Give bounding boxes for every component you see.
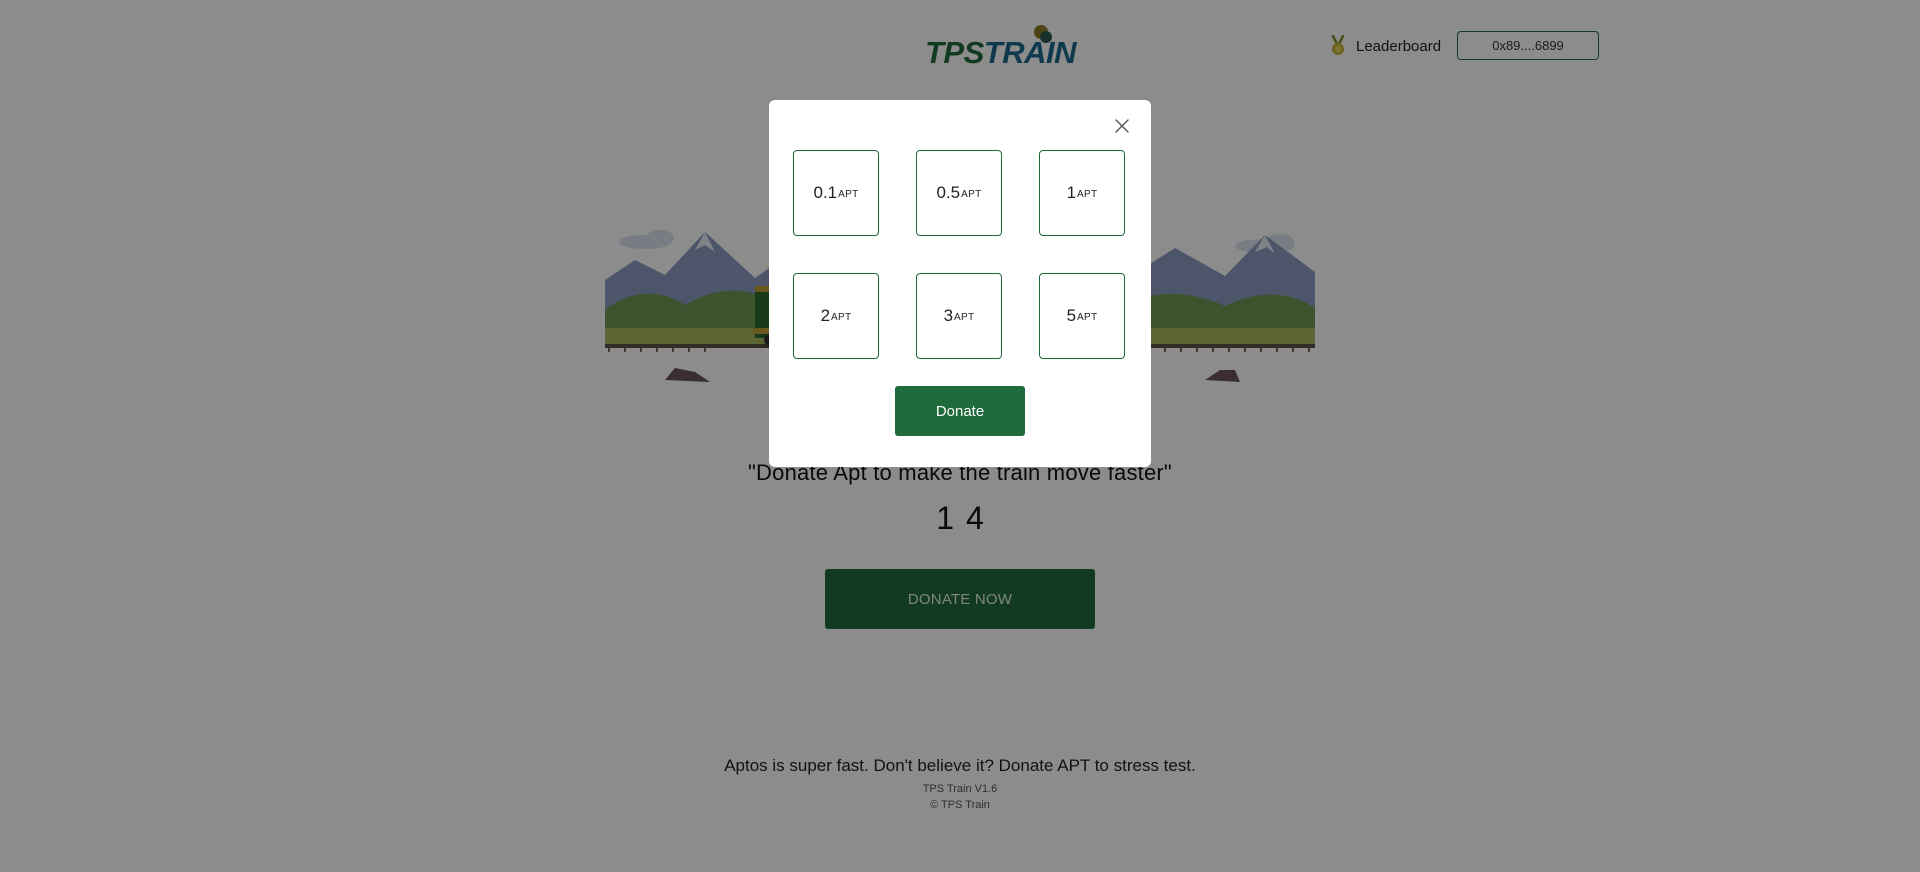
donate-button[interactable]: Donate <box>895 386 1025 436</box>
amount-option-1[interactable]: 1 APT <box>1039 150 1125 236</box>
close-icon[interactable] <box>1113 117 1131 135</box>
amount-unit: APT <box>1077 312 1098 323</box>
amount-value: 1 <box>1066 183 1077 202</box>
amount-unit: APT <box>954 312 975 323</box>
amount-value: 0.5 <box>936 183 961 202</box>
amount-unit: APT <box>838 189 859 200</box>
amount-unit: APT <box>831 312 852 323</box>
amount-option-0-1[interactable]: 0.1 APT <box>793 150 879 236</box>
amount-value: 5 <box>1066 306 1077 325</box>
amount-value: 0.1 <box>813 183 838 202</box>
amount-value: 2 <box>820 306 831 325</box>
amount-unit: APT <box>1077 189 1098 200</box>
amount-option-2[interactable]: 2 APT <box>793 273 879 359</box>
amount-unit: APT <box>961 189 982 200</box>
amount-value: 3 <box>943 306 954 325</box>
amount-option-0-5[interactable]: 0.5 APT <box>916 150 1002 236</box>
amount-option-5[interactable]: 5 APT <box>1039 273 1125 359</box>
modal-backdrop[interactable]: 0.1 APT 0.5 APT 1 APT 2 APT 3 APT 5 APT Donate <box>0 0 1920 872</box>
donate-modal: 0.1 APT 0.5 APT 1 APT 2 APT 3 APT 5 APT Donate <box>769 100 1151 467</box>
amount-options: 0.1 APT 0.5 APT 1 APT 2 APT 3 APT 5 APT <box>793 150 1125 359</box>
amount-option-3[interactable]: 3 APT <box>916 273 1002 359</box>
